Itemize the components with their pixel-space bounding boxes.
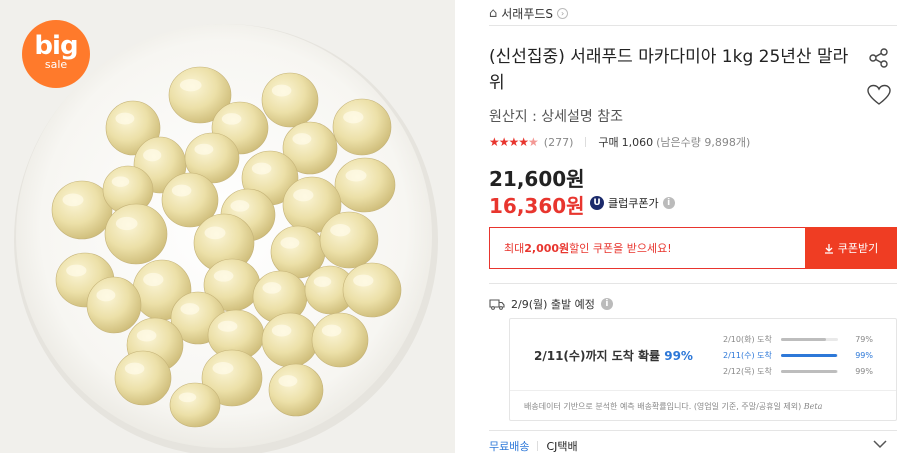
chevron-right-icon: › [557, 7, 569, 19]
probability-bar [781, 337, 838, 341]
prediction-summary: 2/11(수)까지 도착 확률 99% [534, 349, 693, 363]
nut-highlight [321, 324, 342, 337]
macadamia-nut [104, 203, 168, 265]
nut-highlight [212, 362, 234, 375]
info-icon[interactable]: i [600, 298, 613, 310]
probability-bar [781, 369, 838, 373]
nut-highlight [251, 162, 272, 175]
shipping-date: 2/9(월) 출발 예정 i [489, 296, 613, 312]
nut-highlight [62, 193, 84, 207]
divider [489, 283, 897, 284]
nut-highlight [194, 143, 214, 155]
heart-icon[interactable] [867, 84, 891, 106]
nut-highlight [180, 303, 200, 315]
nut-highlight [330, 224, 351, 237]
stock-count: (남은수량 9,898개) [656, 136, 751, 149]
macadamia-nut [261, 312, 319, 368]
macadamia-nut [114, 350, 172, 406]
product-page: big sale ⌂ 서래푸드S › (신선집중) 서래푸드 마카다미아 1kg… [0, 0, 900, 453]
courier-name: CJ택배 [546, 440, 578, 453]
get-coupon-button[interactable]: 쿠폰받기 [805, 227, 897, 269]
prediction-row: 2/11(수) 도착 99% [723, 350, 873, 360]
nut-highlight [271, 84, 292, 97]
free-shipping-label: 무료배송 [489, 440, 530, 453]
nut-highlight [293, 189, 314, 202]
purchase-label: 구매 [598, 136, 619, 149]
sale-price: 16,360원 [489, 194, 585, 218]
nut-highlight [262, 282, 282, 294]
macadamia-nut [311, 312, 369, 368]
prediction-note: 배송데이터 기반으로 분석한 예측 배송확률입니다. (영업일 기준, 주말/공… [524, 402, 823, 411]
nut-highlight [178, 392, 197, 403]
nut-highlight [143, 149, 162, 162]
nut-highlight [115, 216, 138, 231]
origin-info: 원산지 : 상세설명 참조 [489, 109, 623, 125]
nut-highlight [115, 112, 135, 125]
macadamia-nut [342, 262, 402, 318]
home-icon: ⌂ [489, 5, 498, 21]
club-coupon-price: U 클럽쿠폰가 i [590, 195, 675, 211]
big-sale-badge: big sale [22, 20, 90, 88]
club-badge-icon: U [590, 196, 604, 210]
truck-icon [489, 299, 505, 310]
rating-row: ★★★★★ (277) 구매 1,060 (남은수량 9,898개) [489, 134, 750, 150]
original-price: 21,600원 [489, 167, 585, 191]
macadamia-nut [86, 276, 142, 334]
nut-highlight [313, 276, 332, 287]
probability-bar [781, 353, 838, 357]
divider [510, 390, 896, 391]
nut-highlight [353, 274, 374, 287]
divider [489, 430, 897, 431]
macadamia-nut [319, 211, 379, 269]
macadamia-nut [334, 157, 396, 213]
nut-highlight [230, 200, 250, 212]
nut-highlight [292, 133, 312, 145]
nut-highlight [280, 237, 300, 249]
divider [489, 25, 897, 26]
nut-highlight [278, 375, 298, 387]
nut-highlight [179, 79, 202, 92]
coupon-amount: 2,000원 [524, 242, 570, 255]
club-coupon-label: 클럽쿠폰가 [608, 197, 659, 210]
nut-highlight [221, 113, 242, 125]
purchase-count: 1,060 [621, 135, 654, 149]
coupon-banner: 최대 2,000원 할인 쿠폰을 받으세요! [489, 227, 805, 269]
seller-link[interactable]: ⌂ 서래푸드S › [489, 4, 569, 22]
prediction-rows: 2/10(화) 도착 79% 2/11(수) 도착 99% 2/12(목) 도착… [723, 331, 873, 379]
prediction-row: 2/10(화) 도착 79% [723, 334, 873, 344]
macadamia-nut [169, 382, 221, 428]
divider [537, 441, 539, 451]
nut-highlight [124, 362, 145, 375]
macadamia-nut [261, 72, 319, 128]
nut-highlight [143, 272, 164, 287]
courier-row: 무료배송 CJ택배 [489, 438, 578, 453]
nut-highlight [217, 320, 238, 332]
macadamia-nut [268, 363, 324, 417]
product-title: (신선집중) 서래푸드 마카다미아 1kg 25년산 말라위 [489, 47, 849, 93]
review-count[interactable]: (277) [544, 136, 574, 149]
nut-highlight [171, 184, 192, 197]
nut-highlight [66, 264, 87, 277]
prediction-row: 2/12(목) 도착 99% [723, 366, 873, 376]
macadamia-nut [332, 98, 392, 156]
nut-highlight [204, 226, 226, 240]
nut-highlight [343, 111, 364, 124]
nut-highlight [271, 324, 292, 337]
chevron-down-icon[interactable] [872, 438, 888, 450]
divider [585, 137, 587, 147]
share-icon[interactable] [868, 47, 890, 69]
nut-highlight [136, 329, 157, 342]
beta-label: Beta [803, 402, 823, 411]
star-rating[interactable]: ★★★★★ [489, 135, 539, 149]
delivery-prediction: 2/11(수)까지 도착 확률 99% 2/10(화) 도착 79% 2/11(… [509, 318, 897, 421]
nut-highlight [111, 176, 130, 187]
nut-highlight [213, 270, 234, 282]
product-image[interactable]: big sale [0, 0, 455, 453]
nut-highlight [96, 289, 116, 302]
nut-highlight [345, 169, 367, 182]
info-icon[interactable]: i [662, 197, 675, 209]
download-icon [824, 243, 833, 254]
seller-name[interactable]: 서래푸드S [501, 5, 553, 22]
